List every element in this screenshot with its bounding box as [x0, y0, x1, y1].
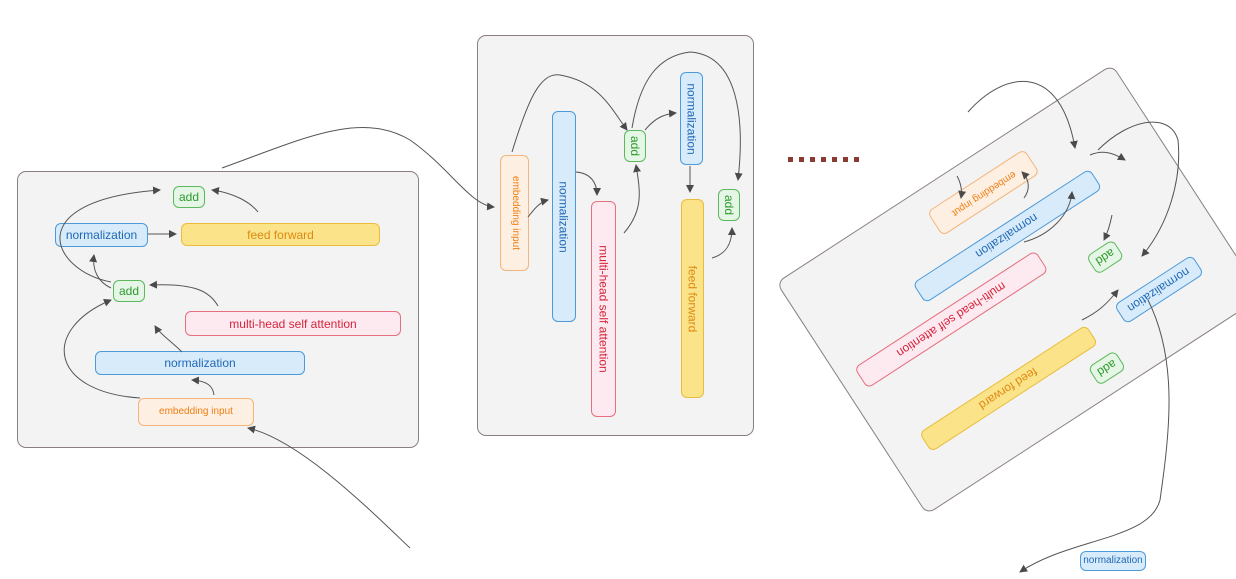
embedding-input-label: embedding input — [159, 406, 233, 417]
feed-forward-label: feed forward — [976, 364, 1041, 413]
add-label: add — [178, 190, 200, 204]
ellipsis-dots — [788, 157, 859, 162]
add-block-top: add — [173, 186, 205, 208]
final-normalization-block: normalization — [1080, 551, 1146, 571]
mhsa-label: multi-head self attention — [894, 278, 1009, 361]
normalization-block-1: normalization — [552, 111, 576, 322]
mhsa-label: multi-head self attention — [596, 245, 611, 373]
normalization-block-top: normalization — [55, 223, 148, 247]
embedding-input-block: embedding input — [138, 398, 254, 426]
feed-forward-block: feed forward — [918, 324, 1099, 453]
feed-forward-block: feed forward — [681, 199, 704, 398]
add-label: add — [722, 194, 736, 216]
encoder-block-panel-right: embedding input normalization multi-head… — [775, 64, 1236, 515]
feed-forward-block: feed forward — [181, 223, 380, 246]
normalization-block-bottom: normalization — [95, 351, 305, 375]
add-block-2: add — [718, 189, 740, 221]
add-label: add — [118, 284, 140, 298]
add-label: add — [628, 135, 642, 157]
transformer-diagram: add normalization feed forward add multi… — [0, 0, 1236, 579]
add-block-1: add — [1085, 239, 1125, 276]
normalization-label: normalization — [557, 180, 571, 253]
embedding-input-label: embedding input — [509, 176, 521, 250]
feed-forward-label: feed forward — [247, 227, 314, 242]
add-label: add — [1092, 245, 1118, 269]
normalization-block-2: normalization — [680, 72, 703, 165]
add-block-2: add — [1087, 350, 1127, 387]
normalization-label: normalization — [1125, 264, 1193, 315]
embedding-input-block: embedding input — [500, 155, 529, 271]
embedding-input-label: embedding input — [949, 168, 1018, 218]
encoder-block-panel-left: add normalization feed forward add multi… — [17, 171, 419, 448]
encoder-block-panel-middle: embedding input normalization multi-head… — [477, 35, 754, 436]
add-label: add — [1094, 356, 1120, 380]
normalization-label: normalization — [1083, 555, 1143, 566]
add-block-bottom: add — [113, 280, 145, 302]
feed-forward-label: feed forward — [685, 265, 700, 332]
mhsa-block: multi-head self attention — [185, 311, 401, 336]
mhsa-block: multi-head self attention — [591, 201, 616, 417]
add-block-1: add — [624, 130, 646, 162]
mhsa-label: multi-head self attention — [229, 316, 357, 331]
normalization-label: normalization — [164, 356, 236, 370]
normalization-label: normalization — [65, 228, 138, 242]
normalization-block-2: normalization — [1113, 254, 1205, 325]
normalization-label: normalization — [684, 82, 699, 155]
